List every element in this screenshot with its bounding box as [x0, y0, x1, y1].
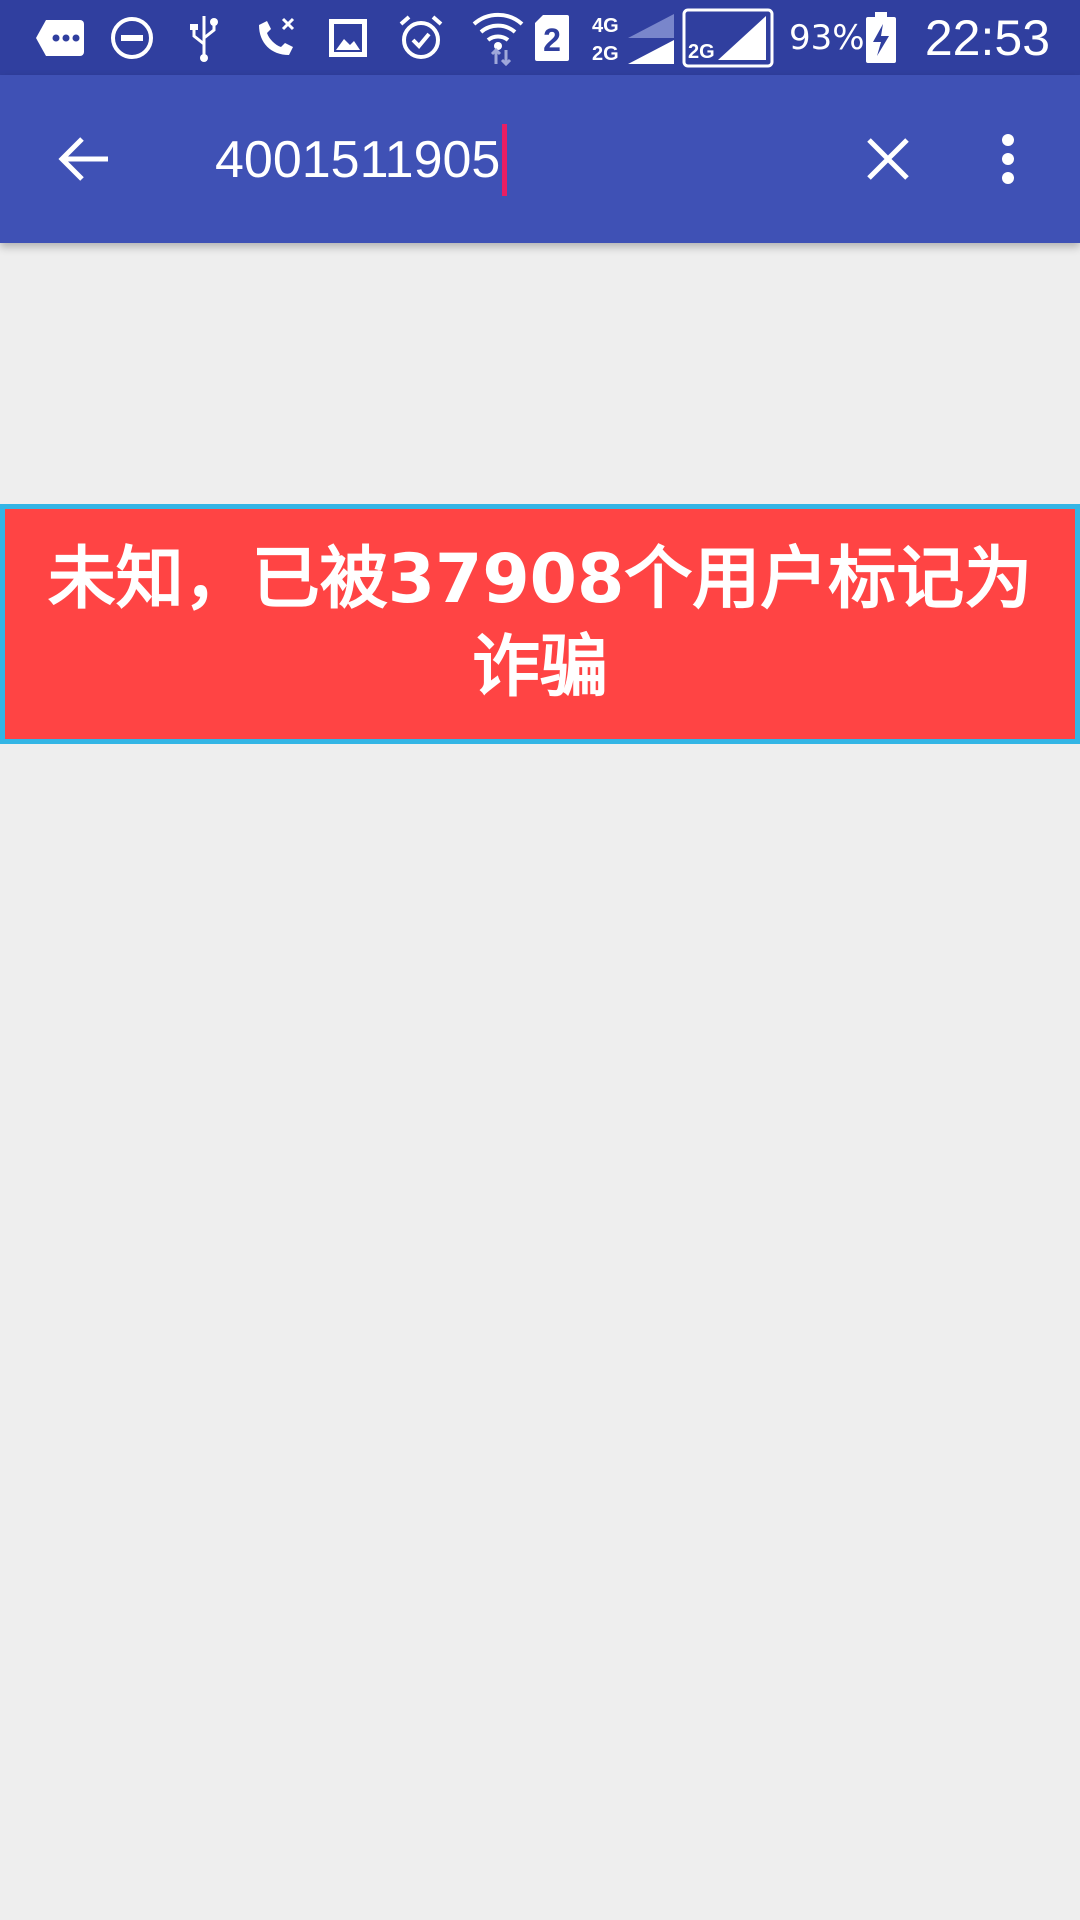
network-label-4g: 4G — [592, 15, 619, 37]
network-label-2g: 2G — [592, 43, 619, 65]
search-input[interactable]: 4001511905 — [215, 120, 815, 200]
alarm-icon — [396, 10, 446, 66]
sim-slot-number: 2 — [543, 22, 561, 58]
close-icon — [867, 138, 909, 180]
status-clock: 22:53 — [924, 9, 1050, 66]
status-bar: 2 4G 2G 2G 93% 22:53 — [0, 0, 1080, 75]
fraud-warning-text: 未知，已被37908个用户标记为诈骗 — [47, 540, 1033, 707]
search-input-value: 4001511905 — [215, 131, 501, 189]
text-caret — [502, 124, 508, 196]
more-options-button[interactable] — [970, 121, 1046, 197]
signal-icon: 4G 2G — [590, 10, 676, 66]
wifi-icon — [470, 10, 526, 66]
network-label-2g-boxed: 2G — [688, 41, 715, 63]
usb-icon — [184, 10, 224, 66]
battery-percent: 93% — [789, 17, 865, 58]
back-button[interactable] — [46, 121, 122, 197]
clear-search-button[interactable] — [850, 121, 926, 197]
battery-charging-icon — [864, 10, 898, 66]
back-arrow-icon — [58, 137, 108, 181]
more-vert-icon — [1002, 134, 1014, 184]
search-app-bar: 4001511905 — [0, 75, 1080, 243]
fraud-warning-banner: 未知，已被37908个用户标记为诈骗 — [0, 504, 1080, 744]
signal-icon: 2G — [682, 8, 774, 68]
do-not-disturb-icon — [108, 10, 156, 66]
missed-call-icon — [252, 10, 300, 66]
image-icon — [326, 10, 370, 66]
sim2-icon: 2 — [532, 10, 572, 66]
message-icon — [32, 10, 88, 66]
